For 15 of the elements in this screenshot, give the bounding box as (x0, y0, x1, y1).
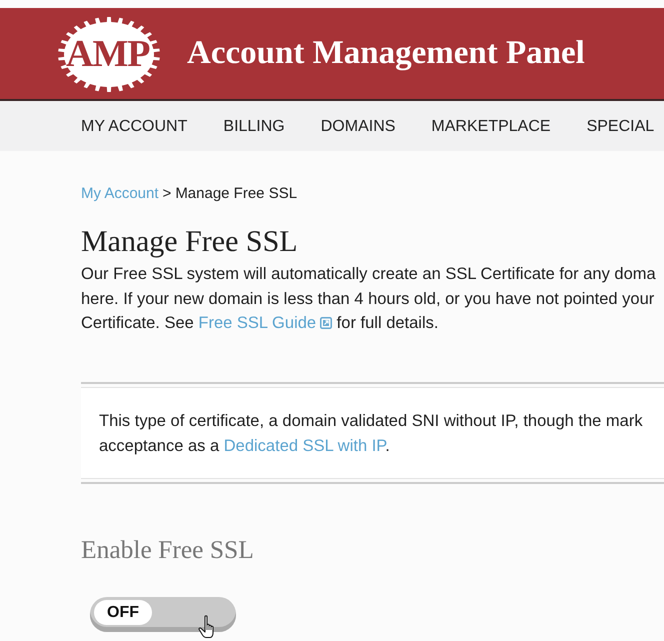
site-title: Account Management Panel (187, 35, 585, 72)
nav-link[interactable]: BILLING (223, 116, 285, 136)
notice-text: This type of certificate, a domain validated SNI without IP, though the mark acceptance as a Dedicated SSL with IP. (99, 410, 643, 456)
breadcrumb-separator: > (162, 185, 172, 203)
nav-link[interactable]: DOMAINS (320, 116, 396, 136)
intro-paragraph: Our Free SSL system will automatically create an SSL Certificate for any doma here. If your new domain is less than 4 hours old, or you have not pointed your Certificate. See Free SSL Guide for full details. (81, 264, 656, 334)
toggle-knob: OFF (94, 600, 152, 624)
page-title: Manage Free SSL (81, 224, 298, 259)
section-title: Enable Free SSL (81, 534, 254, 564)
nav-link[interactable]: MARKETPLACE (431, 116, 551, 136)
gear-logo: AMP (58, 17, 160, 92)
nav-link[interactable]: SPECIAL (586, 116, 654, 136)
nav-link[interactable]: MY ACCOUNT (81, 116, 188, 136)
breadcrumb-current: Manage Free SSL (175, 185, 298, 203)
toggle-switch[interactable]: OFF (90, 596, 236, 632)
